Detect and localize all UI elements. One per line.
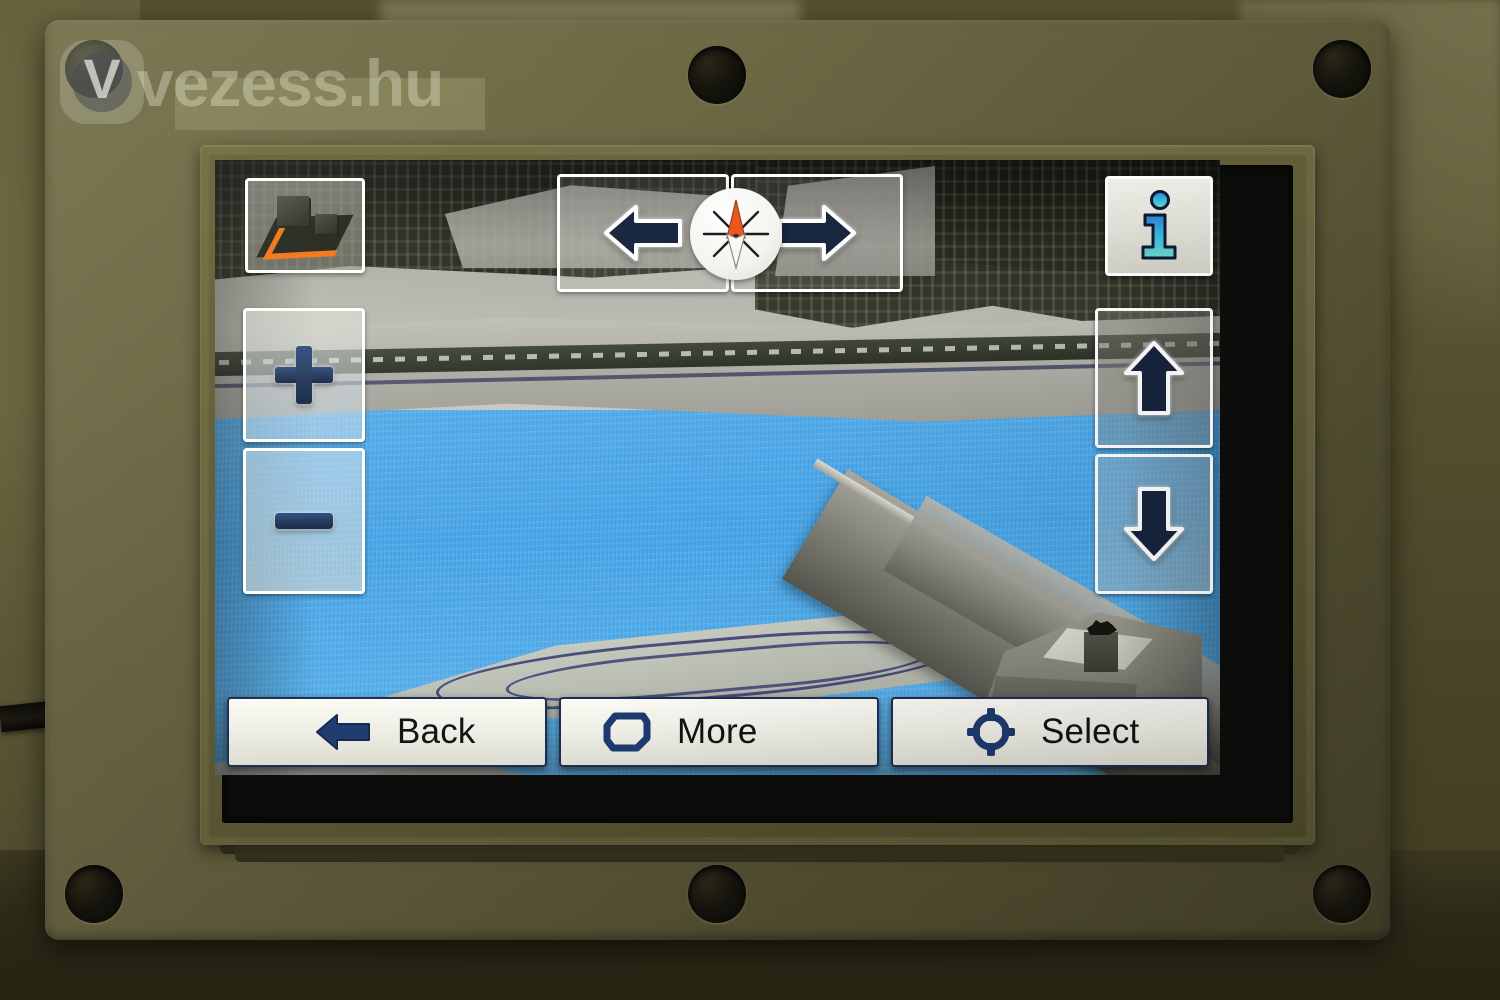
back-button[interactable]: Back (227, 697, 547, 767)
arrow-left-icon (315, 711, 371, 753)
arrow-up-icon (1124, 341, 1184, 415)
map-landmark-plinth (1084, 632, 1118, 672)
arrow-down-icon (1124, 487, 1184, 561)
plus-icon (275, 346, 333, 404)
minus-icon (275, 513, 333, 529)
bezel-layer-lowest (235, 846, 1285, 862)
mounting-hole-top-left (65, 40, 123, 98)
select-button-label: Select (1041, 712, 1140, 751)
lcd-screen: Back More Select (215, 160, 1220, 775)
mounting-hole-top-right (1313, 40, 1371, 98)
arrow-left-icon (604, 205, 682, 261)
mounting-hole-bottom-left (65, 865, 123, 923)
compass-rose[interactable] (690, 188, 782, 280)
back-button-label: Back (397, 712, 476, 751)
zoom-in-button[interactable] (243, 308, 365, 442)
tilt-down-button[interactable] (1095, 454, 1213, 594)
more-shape-icon (603, 712, 651, 752)
mounting-hole-top-center (688, 46, 746, 104)
tilt-up-button[interactable] (1095, 308, 1213, 448)
command-bar: Back More Select (215, 689, 1220, 775)
zoom-out-button[interactable] (243, 448, 365, 594)
select-button[interactable]: Select (891, 697, 1209, 767)
info-button[interactable] (1105, 176, 1213, 276)
info-i-icon (1141, 190, 1177, 260)
compass-icon (702, 199, 770, 271)
more-button[interactable]: More (559, 697, 879, 767)
view-mode-toggle[interactable] (245, 178, 365, 273)
crosshair-icon (967, 708, 1015, 756)
3d-buildings-icon (256, 192, 354, 260)
more-button-label: More (677, 712, 758, 751)
mounting-hole-bottom-right (1313, 865, 1371, 923)
mounting-hole-bottom-center (688, 865, 746, 923)
arrow-right-icon (778, 205, 856, 261)
